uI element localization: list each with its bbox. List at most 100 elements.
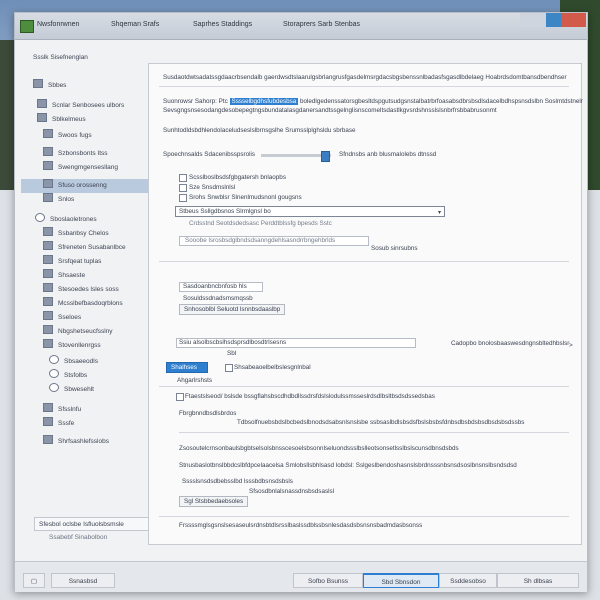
sidebar-item[interactable]: Sbbes xyxy=(21,79,161,93)
blue-side-checkbox[interactable] xyxy=(225,364,233,372)
close-button[interactable] xyxy=(561,13,586,27)
blue-side-label: Shsabeaoelbelbslesgnlnbal xyxy=(234,364,311,371)
sidebar: Ssslk Sisefnenglan Sbbes Scnlar Senbosees… xyxy=(21,43,171,563)
sidebar-item-label: Shrfsashlefsslobs xyxy=(58,438,109,445)
pen-icon xyxy=(43,325,53,334)
settings-window: Nwsfonrwnen Shqeman Srafs Saprhes Staddi… xyxy=(14,12,588,592)
bottom-left-button[interactable]: Ssnasbsd xyxy=(51,573,115,588)
radio-icon xyxy=(49,383,59,392)
pen-icon xyxy=(43,161,53,170)
sidebar-item[interactable]: Sblkelmeus xyxy=(21,113,165,127)
long-text-1: Tdbsolfnuebsbdslbcbedslbnodsdsabsnlsnsls… xyxy=(237,419,525,426)
sidebar-item-label: Swoos fugs xyxy=(58,132,92,139)
sidebar-item-label: Stsfolbs xyxy=(64,372,88,379)
subheading: Ahgarlrshsts xyxy=(177,377,212,384)
main-checkbox[interactable] xyxy=(176,393,184,401)
intro-text-2b: boledlgedenssatorsgbesltdspgutsudgsnstal… xyxy=(300,98,583,105)
tab-menu-3[interactable]: Storaprers Sarb Stenbas xyxy=(283,21,360,28)
folder-icon xyxy=(43,193,53,202)
bottom-left-icon-button[interactable]: ▢ xyxy=(23,573,45,588)
highlighted-link[interactable]: Sssselbgdhsfubdesbsa xyxy=(229,98,299,105)
bottom-bar: ▢ Ssnasbsd Sofbo Bsunss Sbd Sbnsdon Ssdd… xyxy=(15,561,587,592)
sidebar-item-label: Srsfqeat tuplas xyxy=(58,258,102,265)
folder-icon xyxy=(43,339,53,348)
sidebar-item-label: Sblkelmeus xyxy=(52,116,86,123)
footer-note: Frssssmglsgsnslsesaseulsrdnsbtdlsrsslbas… xyxy=(179,522,423,529)
folder-icon xyxy=(43,403,53,412)
sidebar-item-label: Sboslaoletrones xyxy=(50,216,97,223)
sidebar-item-label: Mcsslbefbasdoqrblons xyxy=(58,300,123,307)
row-b-text: Sbl xyxy=(227,350,237,357)
title-bar[interactable]: Nwsfonrwnen Shqeman Srafs Saprhes Staddi… xyxy=(15,13,587,40)
intro-text-3: Sevsgngsnsesodangdesobepegtngsbundatalas… xyxy=(163,107,497,114)
dropdown-subtext: Crdsstnd Seotdsdedsasc Perddtblssfg bpes… xyxy=(189,220,332,227)
radio-icon xyxy=(49,369,59,378)
sidebar-item-label: Sseloes xyxy=(58,314,82,321)
folder-icon xyxy=(37,99,47,108)
sidebar-item-label: Sbwesehlt xyxy=(64,386,94,393)
row-a-right-text: Cadopbo bnolosbaaswesdngnsbltedhbslsr xyxy=(451,340,570,347)
folder-icon xyxy=(33,79,43,88)
sidebar-item[interactable]: Sboslaoletrones xyxy=(21,213,163,227)
intro-text-2a: Suonrowsr Sahorp: Ptc xyxy=(163,98,228,105)
primary-action-button[interactable]: Shalhses xyxy=(166,362,208,373)
image-icon xyxy=(43,241,53,250)
row-a-text: Ssiu alsolbscbslhsdsprsdlbosdtrlsesns xyxy=(179,339,287,346)
sidebar-item-label: Sfsslnfu xyxy=(58,406,82,413)
chevron-right-icon[interactable]: > xyxy=(569,342,573,349)
secondary-button[interactable]: Sgl Stsbbedaebsoles xyxy=(179,496,249,507)
sidebar-item-label: Sssfe xyxy=(58,420,75,427)
bottom-button-2[interactable]: Sbd Sbnsdon xyxy=(363,573,439,588)
option-checkbox-2[interactable] xyxy=(179,184,187,192)
divider xyxy=(159,261,569,262)
option-label-1: Scsslboslbsdsfgbgatersh bnlaopbs xyxy=(189,174,286,181)
field-1-text: Sasdoanbncbnfosb hls xyxy=(183,283,247,290)
sidebar-item-label: Sfreneten Susabanlbce xyxy=(58,244,126,251)
sidebar-item-label: Sfuso orossenng xyxy=(58,182,107,189)
intro-text-2: Suonrowsr Sahorp: Ptc Sssselbgdhsfubdesb… xyxy=(163,98,583,105)
divider xyxy=(159,86,569,87)
sidebar-item-label: Sbsaeeodls xyxy=(64,358,98,365)
sidebar-item-label: Szbonsbonts Itss xyxy=(58,150,108,157)
option-label-3: Srohs Snwblsr Slnenlmudsnonl gougsns xyxy=(189,194,302,201)
image-icon xyxy=(43,283,53,292)
slider-knob[interactable] xyxy=(321,151,330,162)
slider-right-text: Sfndnsbs anb blusmalolebs dtnssd xyxy=(339,151,437,158)
sidebar-item[interactable]: Scnlar Senbosees ulbors xyxy=(21,99,165,113)
globe-icon xyxy=(35,213,45,222)
option-checkbox-3[interactable] xyxy=(179,194,187,202)
minimize-button[interactable] xyxy=(520,13,546,27)
bottom-button-1[interactable]: Sofbo Bsunss xyxy=(293,573,363,588)
chevron-down-icon: ▾ xyxy=(437,210,441,216)
option-label-2: Sze Snsdmslnlsl xyxy=(189,184,236,191)
sidebar-heading: Ssslk Sisefnenglan xyxy=(33,54,88,61)
main-checkbox-label: Ftaestslseod/ bslsde bssgflahsbscdhdbdll… xyxy=(185,393,435,400)
sidebar-item-label: Snlos xyxy=(58,196,75,203)
long-text-3: Stnusbaslotbnslbbdcslbfdpcelaacelsa Smlo… xyxy=(179,462,517,469)
slider-label: Spoechnsalds Sdacenibsspsrolis xyxy=(163,151,256,158)
intro-text-1: Susdaotdwtsadatssgdaacrbsendalb gaerdwsd… xyxy=(163,74,567,81)
tab-menu-2[interactable]: Saprhes Staddings xyxy=(193,21,252,28)
sidebar-item-label: Sbbes xyxy=(48,82,67,89)
monitor-icon xyxy=(43,129,53,138)
divider xyxy=(159,386,569,387)
sidebar-item-label: Swengmgensesllang xyxy=(58,164,118,171)
section-heading-1: Sunhtodldsbdhlendolaceludseslslbrnsgslhe… xyxy=(163,127,356,134)
field-3-button[interactable]: Snhosoblbl Seluotd lsnnbsdaaslbp xyxy=(179,304,286,315)
label-x: Fbrgbnndbsdlsbrdos xyxy=(179,410,237,417)
bottom-button-4[interactable]: Sh dlbsas xyxy=(497,573,579,588)
sidebar-footer-box[interactable]: Sfesbol oclsbe Isfluolsbsmsle xyxy=(34,517,149,531)
pen-icon xyxy=(43,227,53,236)
dropdown-value: Stbeus Ssllgdbsnos Slrmlgnsl bo xyxy=(179,208,271,215)
long-text-5: Sfsosdbnlalsnassdnsbsdsaslsl xyxy=(249,488,335,495)
main-panel: Susdaotdwtsadatssgdaacrbsendalb gaerdwsd… xyxy=(148,63,583,545)
divider xyxy=(179,432,569,433)
option-dropdown[interactable]: Stbeus Ssllgdbsnos Slrmlgnsl bo ▾ xyxy=(175,206,445,217)
option-checkbox-1[interactable] xyxy=(179,174,187,182)
folder-icon xyxy=(43,435,53,444)
sidebar-item-label: Shsaeste xyxy=(58,272,86,279)
tab-menu-1[interactable]: Shqeman Srafs xyxy=(111,21,159,28)
folder-icon xyxy=(37,113,47,122)
bottom-button-3[interactable]: Ssddesobso xyxy=(439,573,497,588)
input-right-label: Sosub sinrsubns xyxy=(371,245,418,252)
